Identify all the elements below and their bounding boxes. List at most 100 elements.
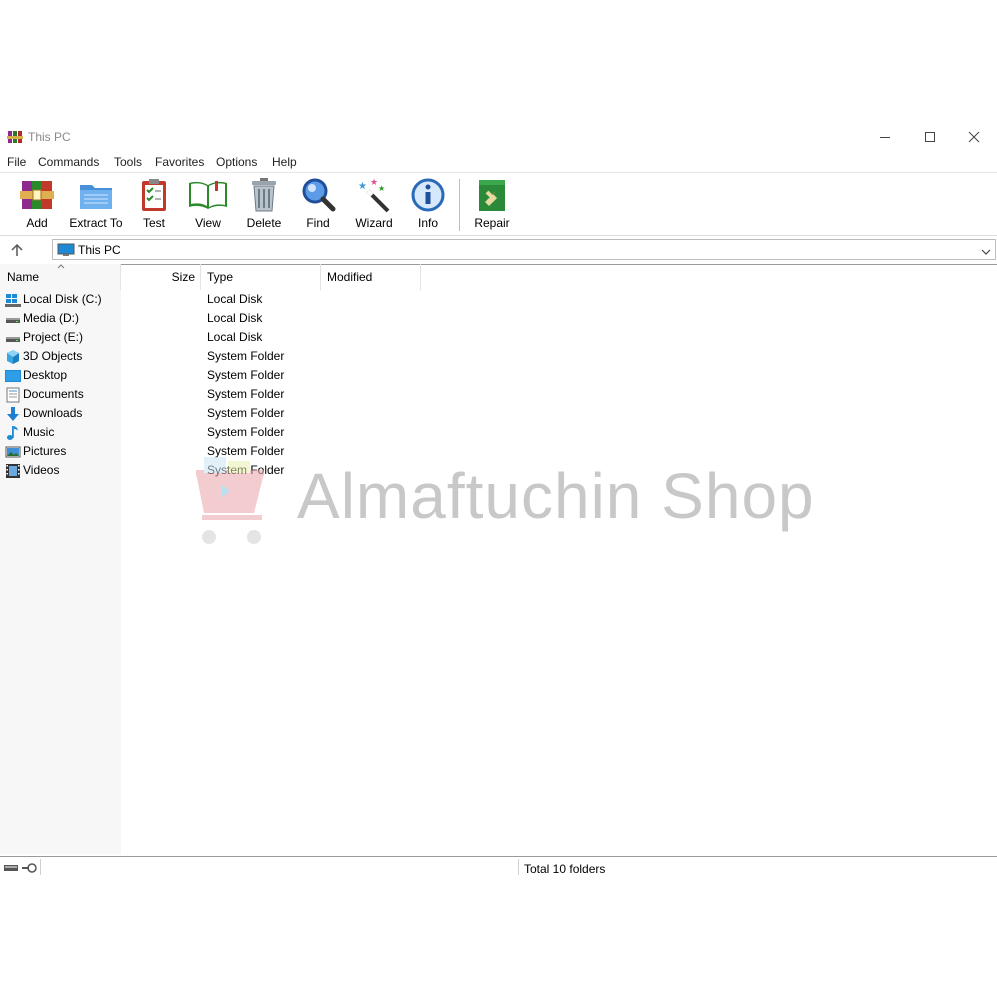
drive-icon [5, 330, 21, 346]
add-archive-icon [20, 181, 54, 209]
extract-folder-icon [80, 185, 112, 209]
file-row[interactable]: Pictures System Folder [0, 442, 997, 461]
file-type: System Folder [207, 444, 285, 458]
address-combobox[interactable]: This PC [52, 239, 996, 260]
menu-bar: File Commands Tools Favorites Options He… [0, 152, 997, 172]
column-size-label: Size [171, 270, 195, 284]
find-label: Find [306, 216, 330, 230]
file-row[interactable]: Local Disk (C:) Local Disk [0, 290, 997, 309]
up-arrow-icon [11, 243, 23, 256]
film-icon [5, 463, 21, 479]
status-bar: Total 10 folders [0, 856, 997, 877]
delete-label: Delete [246, 216, 282, 230]
column-type-label: Type [207, 270, 234, 284]
column-header-modified[interactable]: Modified [321, 264, 420, 290]
info-button[interactable]: Info [408, 177, 448, 233]
winrar-window: This PC File Commands Tools Favorites Op… [0, 122, 997, 876]
file-row[interactable]: 3D Objects System Folder [0, 347, 997, 366]
file-list[interactable]: Name Size Type Modified Local Disk (C:) … [0, 264, 997, 854]
add-label: Add [26, 216, 48, 230]
extract-to-button[interactable]: Extract To [68, 177, 124, 233]
trash-icon [252, 178, 276, 212]
close-button[interactable] [951, 122, 997, 152]
address-bar-row: This PC [0, 235, 997, 265]
test-clipboard-icon [142, 179, 166, 211]
repair-button[interactable]: Repair [471, 177, 513, 233]
file-type: System Folder [207, 368, 285, 382]
file-type: System Folder [207, 425, 285, 439]
window-title: This PC [28, 130, 71, 144]
document-icon [5, 387, 21, 403]
sort-ascending-icon [57, 264, 65, 269]
picture-icon [5, 444, 21, 460]
close-icon [968, 131, 980, 143]
column-header-type[interactable]: Type [201, 264, 320, 290]
column-modified-label: Modified [327, 270, 373, 284]
maximize-icon [925, 132, 935, 142]
svg-text:★: ★ [378, 184, 385, 193]
column-header-size[interactable]: Size [121, 264, 200, 290]
svg-text:★: ★ [370, 178, 378, 188]
menu-help[interactable]: Help [272, 155, 297, 169]
maximize-button[interactable] [907, 122, 953, 152]
file-name: Documents [23, 387, 84, 401]
magnifier-icon [302, 178, 336, 212]
menu-file[interactable]: File [7, 155, 26, 169]
file-type: Local Disk [207, 311, 263, 325]
wizard-button[interactable]: ★ ★ ★ Wizard [352, 177, 396, 233]
view-book-icon [189, 181, 227, 209]
windows-drive-icon [5, 292, 21, 308]
menu-options[interactable]: Options [216, 155, 257, 169]
drive-icon [5, 311, 21, 327]
cube-icon [5, 349, 21, 365]
file-row[interactable]: Videos System Folder [0, 461, 997, 480]
file-row[interactable]: Music System Folder [0, 423, 997, 442]
minimize-button[interactable] [862, 122, 908, 152]
file-name: Local Disk (C:) [23, 292, 102, 306]
column-name-label: Name [7, 270, 40, 284]
file-type: System Folder [207, 463, 285, 477]
toolbar-separator [459, 179, 460, 231]
winrar-app-icon [7, 129, 23, 145]
menu-favorites[interactable]: Favorites [155, 155, 204, 169]
column-divider[interactable] [420, 264, 421, 290]
address-path: This PC [78, 243, 121, 257]
music-note-icon [5, 425, 21, 441]
column-header-name[interactable]: Name [0, 264, 121, 290]
info-icon [411, 178, 445, 212]
file-name: Downloads [23, 406, 83, 420]
file-type: System Folder [207, 406, 285, 420]
info-label: Info [417, 216, 438, 230]
desktop-icon [5, 368, 21, 384]
menu-commands[interactable]: Commands [38, 155, 99, 169]
add-button[interactable]: Add [14, 177, 60, 233]
find-button[interactable]: Find [298, 177, 338, 233]
status-text: Total 10 folders [524, 862, 606, 876]
repair-label: Repair [474, 216, 510, 230]
toolbar: Add Extract To Test View Delete Find ★ ★… [0, 172, 997, 235]
file-name: 3D Objects [23, 349, 83, 363]
wizard-label: Wizard [355, 216, 393, 230]
status-divider [518, 859, 519, 875]
title-bar[interactable]: This PC [0, 122, 997, 152]
menu-tools[interactable]: Tools [114, 155, 142, 169]
file-name: Desktop [23, 368, 68, 382]
file-row[interactable]: Media (D:) Local Disk [0, 309, 997, 328]
this-pc-icon [57, 243, 75, 260]
test-button[interactable]: Test [134, 177, 174, 233]
file-name: Project (E:) [23, 330, 84, 344]
view-button[interactable]: View [185, 177, 231, 233]
file-row[interactable]: Documents System Folder [0, 385, 997, 404]
file-name: Pictures [23, 444, 67, 458]
file-row[interactable]: Project (E:) Local Disk [0, 328, 997, 347]
file-name: Media (D:) [23, 311, 80, 325]
file-row[interactable]: Downloads System Folder [0, 404, 997, 423]
drive-status-icon [3, 862, 39, 876]
delete-button[interactable]: Delete [243, 177, 285, 233]
file-name: Music [23, 425, 55, 439]
chevron-down-icon[interactable] [981, 245, 991, 259]
file-type: System Folder [207, 387, 285, 401]
up-one-level-button[interactable] [10, 242, 28, 258]
file-type: Local Disk [207, 292, 263, 306]
file-row[interactable]: Desktop System Folder [0, 366, 997, 385]
